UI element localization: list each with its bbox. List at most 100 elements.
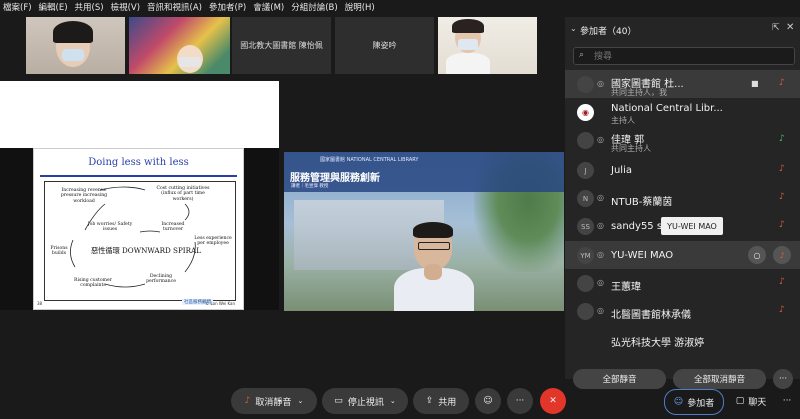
video-thumbnail[interactable] <box>129 17 230 74</box>
chat-bubble-icon[interactable]: ○ <box>748 246 766 264</box>
headset-icon: ◎ <box>597 306 604 315</box>
participant-row[interactable]: J Julia ♪ <box>565 156 800 184</box>
stop-video-button[interactable]: ▭ 停止視訊 ⌄ <box>322 388 408 414</box>
banner-subtitle: 國家圖書館 NATIONAL CENTRAL LIBRARY <box>320 157 419 163</box>
unmute-all-button[interactable]: 全部取消靜音 <box>673 369 766 389</box>
chat-tab[interactable]: ▢ 聊天 <box>728 389 774 413</box>
mic-muted-icon[interactable]: ♪ <box>779 220 785 230</box>
video-thumbnail[interactable]: 陳姿吟 <box>335 17 434 74</box>
headset-icon: ◎ <box>597 250 604 259</box>
participant-name: 王蕙瑋 <box>611 282 641 293</box>
participant-role: 共同主持人 <box>611 144 651 153</box>
participant-row[interactable]: ◎ 王蕙瑋 ♪ <box>565 269 800 297</box>
slide-node: Prisons builds <box>50 246 68 257</box>
chevron-down-icon[interactable]: ⌄ <box>570 24 577 33</box>
speaker-video[interactable]: 國家圖書館 NATIONAL CENTRAL LIBRARY 服務管理與服務創新… <box>284 152 564 311</box>
slide-center-text: 惡性循環 DOWNWARD SPIRAL <box>91 246 202 255</box>
slide-diagram-box: Increasing revenue pressure increasing w… <box>44 181 236 301</box>
headset-icon: ◎ <box>597 79 604 88</box>
slide-node: Job worries/ Safety issues <box>87 222 133 233</box>
slide-node: Declining performance <box>146 274 176 285</box>
participant-role: 主持人 <box>611 116 635 125</box>
slide-footer: © Lon Wei Kan <box>205 301 235 306</box>
more-button[interactable]: ··· <box>507 388 533 414</box>
user-avatar-icon: YM <box>577 247 594 264</box>
mute-all-button[interactable]: 全部靜音 <box>573 369 666 389</box>
speaker-hand <box>424 264 442 280</box>
menu-meeting[interactable]: 會議(M) <box>253 1 284 13</box>
letterbox-right <box>244 148 279 310</box>
participant-name: sandy55 sa <box>611 221 669 232</box>
slide-title-rule <box>40 175 237 177</box>
menu-breakout[interactable]: 分組討論(B) <box>291 1 337 13</box>
search-input[interactable] <box>592 49 791 65</box>
toolbar-more-button[interactable]: ··· <box>778 389 796 413</box>
leave-meeting-button[interactable]: ✕ <box>540 388 566 414</box>
video-thumbnail[interactable] <box>438 17 537 74</box>
participants-tab[interactable]: ☺ 參加者 <box>664 389 724 415</box>
user-avatar-icon: SS <box>577 218 594 235</box>
presentation-slide: Doing less with less Increasing revenue … <box>33 148 244 310</box>
mic-on-icon[interactable]: ♪ <box>779 134 785 144</box>
letterbox-left <box>0 148 33 310</box>
participant-row[interactable]: YM ◎ YU-WEI MAO ○ ♪ <box>565 241 800 269</box>
menu-share[interactable]: 共用(S) <box>75 1 104 13</box>
menu-view[interactable]: 檢視(V) <box>111 1 140 13</box>
mic-muted-icon[interactable]: ♪ <box>779 78 785 88</box>
chevron-down-icon[interactable]: ⌄ <box>297 397 303 405</box>
chat-tab-label: 聊天 <box>748 397 767 408</box>
chevron-down-icon[interactable]: ⌄ <box>390 397 396 405</box>
more-icon: ··· <box>782 396 792 406</box>
panel-more-button[interactable]: ··· <box>773 369 793 389</box>
menu-edit[interactable]: 編輯(E) <box>39 1 68 13</box>
participant-search[interactable]: ⌕ <box>573 47 795 65</box>
search-icon: ⌕ <box>579 50 585 60</box>
participant-row[interactable]: ◎ 北醫圖書館林承儀 ♪ <box>565 297 800 325</box>
share-label: 共用 <box>438 397 457 408</box>
speaker-person <box>394 222 474 311</box>
mic-muted-icon[interactable]: ♪ <box>779 164 785 174</box>
share-icon: ⇪ <box>425 396 434 406</box>
participant-name: 弘光科技大學 游淑婷 <box>611 338 705 349</box>
mic-muted-icon[interactable]: ♪ <box>779 192 785 202</box>
video-thumbnail[interactable] <box>26 17 125 74</box>
participant-name: National Central Libr... <box>611 103 723 114</box>
participant-row[interactable]: 弘光科技大學 游淑婷 <box>565 325 800 353</box>
close-icon: ✕ <box>549 396 557 406</box>
user-avatar-icon: N <box>577 190 594 207</box>
participant-hair <box>53 21 93 43</box>
video-camera-icon: ▭ <box>334 396 343 406</box>
close-icon[interactable]: ✕ <box>786 22 794 33</box>
menu-help[interactable]: 說明(H) <box>345 1 375 13</box>
mask-icon <box>62 49 84 61</box>
mic-muted-icon[interactable]: ♪ <box>779 277 785 287</box>
speaker-hair <box>413 222 453 238</box>
reactions-button[interactable]: ☺ <box>475 388 501 414</box>
mic-muted-icon[interactable]: ♪ <box>773 246 791 264</box>
participant-hair <box>452 19 484 33</box>
popout-icon[interactable]: ⇱ <box>772 23 780 33</box>
slide-page-number: 38 <box>37 301 43 306</box>
mic-muted-icon[interactable]: ♪ <box>779 305 785 315</box>
slide-node: Increasing revenue pressure increasing w… <box>60 188 108 204</box>
user-avatar-icon <box>577 76 594 93</box>
menu-file[interactable]: 檔案(F) <box>3 1 32 13</box>
participant-row[interactable]: ◎ 國家圖書館 杜... 共同主持人，我 ■ ♪ <box>565 70 800 98</box>
name-tooltip: YU-WEI MAO <box>661 217 723 235</box>
participant-row[interactable]: N ◎ NTUB-蔡蘭茵 ♪ <box>565 184 800 212</box>
user-avatar-icon: J <box>577 162 594 179</box>
camera-icon[interactable]: ■ <box>751 79 759 88</box>
banner-speaker: 講者｜毛昱偉 教授 <box>291 184 329 189</box>
share-button[interactable]: ⇪ 共用 <box>413 388 469 414</box>
menu-audio-video[interactable]: 音訊和視訊(A) <box>147 1 202 13</box>
speaker-glasses <box>418 242 450 250</box>
panel-header: ⌄ 參加者（40） ⇱ ✕ <box>565 17 800 42</box>
video-thumbnail[interactable]: 國北教大圖書館 陳怡佩 <box>232 17 331 74</box>
participants-tab-label: 參加者 <box>687 398 715 409</box>
menu-participants[interactable]: 參加者(P) <box>209 1 246 13</box>
participant-row[interactable]: ◉ National Central Libr... 主持人 <box>565 98 800 126</box>
unmute-button[interactable]: ♪ 取消靜音 ⌄ <box>231 388 317 414</box>
headset-icon: ◎ <box>597 221 604 230</box>
participant-row[interactable]: ◎ 佳瑋 郭 共同主持人 ♪ <box>565 126 800 154</box>
slide-node: Cost cutting initiatives (influx of part… <box>156 186 210 202</box>
